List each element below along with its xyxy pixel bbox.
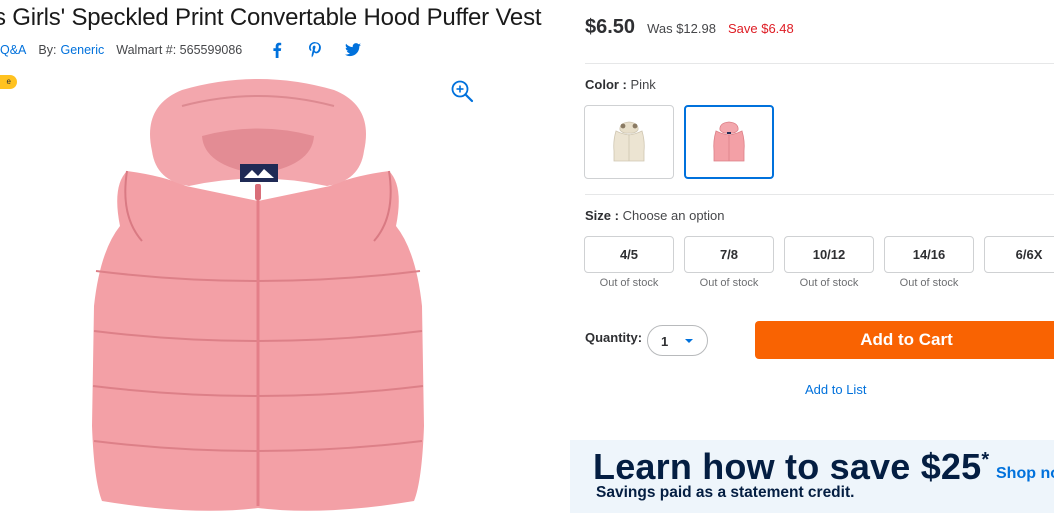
price-row: $6.50 Was $12.98 Save $6.48 [585,16,794,39]
walmart-number: Walmart #: 565599086 [116,43,243,57]
color-label: Color : [585,77,627,92]
promo-banner[interactable]: Learn how to save $25* Savings paid as a… [570,440,1054,513]
current-price: $6.50 [585,16,636,38]
promo-subtext: Savings paid as a statement credit. [596,484,855,501]
divider-middle [585,194,1054,195]
quantity-select[interactable]: 1 [647,325,708,356]
size-stock-status: Out of stock [899,277,959,289]
by-label: By: [38,43,57,57]
rollback-badge: e [0,75,17,89]
color-selected-value: Pink [630,77,656,92]
size-option-14-16[interactable]: 14/16 [884,236,974,273]
product-title: s Girls' Speckled Print Convertable Hood… [0,4,542,31]
size-prompt: Choose an option [622,208,725,223]
size-label-row: Size : Choose an option [585,208,725,223]
zoom-icon[interactable] [449,78,475,104]
color-swatch-cream[interactable] [584,105,674,179]
facebook-icon[interactable] [268,41,286,59]
savings-amount: Save $6.48 [727,21,794,36]
add-to-cart-button[interactable]: Add to Cart [755,321,1054,359]
size-stock-status: Out of stock [699,277,759,289]
color-label-row: Color : Pink [585,77,656,92]
size-option-10-12[interactable]: 10/12 [784,236,874,273]
divider-top [585,63,1054,64]
size-option-4-5[interactable]: 4/5 [584,236,674,273]
chevron-down-icon [685,339,693,343]
was-price: Was $12.98 [647,21,716,36]
color-swatch-pink[interactable] [684,105,774,179]
size-option-6-6x[interactable]: 6/6X [984,236,1054,273]
promo-shop-link[interactable]: Shop no [996,465,1054,483]
size-label: Size : [585,208,619,223]
add-to-list-link[interactable]: Add to List [805,382,866,397]
cream-vest-thumbnail [613,121,645,162]
brand-link[interactable]: Generic [60,43,104,57]
product-image [92,79,424,511]
pink-vest-thumbnail [713,121,745,162]
twitter-icon[interactable] [344,41,362,59]
promo-headline-row: Learn how to save $25* [593,446,989,488]
size-option-7-8[interactable]: 7/8 [684,236,774,273]
promo-asterisk: * [981,449,990,471]
size-stock-status: Out of stock [799,277,859,289]
size-stock-status: Out of stock [599,277,659,289]
pinterest-icon[interactable] [306,41,324,59]
product-meta-row: Q&A By: Generic Walmart #: 565599086 [0,41,382,59]
quantity-label: Quantity: [585,330,643,345]
qa-link[interactable]: Q&A [0,43,26,57]
promo-headline: Learn how to save $25 [593,446,982,487]
quantity-value: 1 [661,334,669,349]
